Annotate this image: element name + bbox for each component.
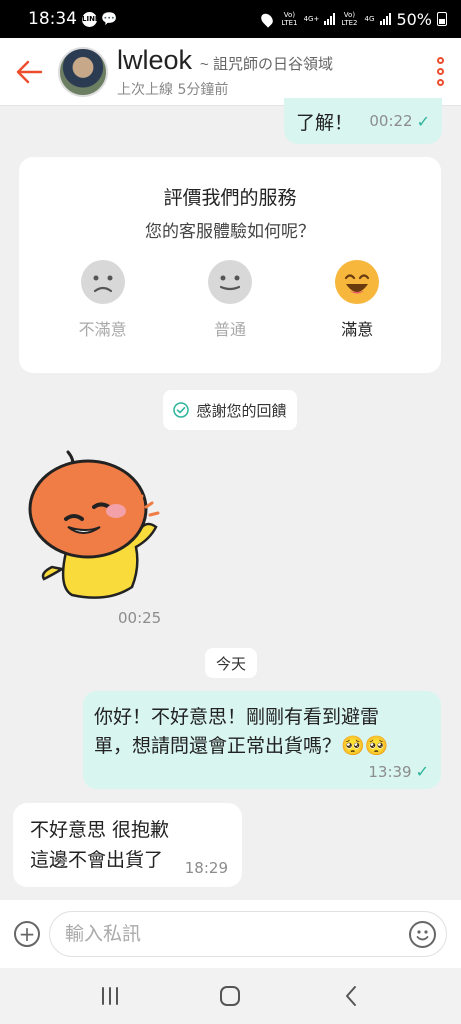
rating-label-selected: 滿意: [341, 320, 374, 339]
rating-subtitle: 您的客服體驗如何呢？: [145, 222, 315, 242]
battery-level: 50%: [396, 9, 432, 29]
signal-icon: [324, 13, 336, 25]
plus-icon: +: [18, 922, 36, 946]
feedback-text: 感謝您的回饋: [196, 401, 287, 420]
home-button[interactable]: [200, 968, 260, 1024]
recents-icon: [102, 987, 119, 1005]
sad-face-icon: [80, 260, 125, 304]
outgoing-message[interactable]: 你好！不好意思！剛剛有看到避雷 單，想請問還會正常出貨嗎？🥺🥺 13:39 ✓: [83, 691, 441, 789]
dot-icon: [436, 57, 444, 64]
avatar[interactable]: [58, 46, 108, 97]
sim1-network: 4G+: [303, 15, 320, 23]
back-nav-button[interactable]: [321, 968, 381, 1024]
dot-icon: [436, 79, 444, 86]
rating-label: 普通: [213, 320, 246, 339]
recent-apps-button[interactable]: [80, 968, 140, 1024]
shop-name[interactable]: ~ 詛咒師の日谷領域: [200, 53, 333, 74]
message-line: 不好意思 很抱歉: [30, 819, 170, 841]
chat-notification-icon: 💬: [101, 11, 118, 27]
location-icon: [259, 10, 276, 28]
message-line: 單，想請問還會正常出貨嗎？🥺🥺: [94, 735, 389, 757]
check-circle-icon: [173, 402, 190, 418]
rating-option-satisfied[interactable]: 滿意: [302, 260, 412, 340]
sim1-label: Vo) LTE1: [281, 11, 298, 27]
signal-icon: [380, 13, 392, 25]
message-time: 18:29: [184, 859, 228, 877]
rating-card: 評價我們的服務 您的客服體驗如何呢？ 不滿意 普通 滿意: [19, 157, 441, 373]
check-icon: ✓: [416, 111, 430, 131]
status-bar: 18:34 LINE 💬 Vo) LTE1 4G+ Vo) LTE2 4G 50…: [0, 0, 461, 38]
more-options-button[interactable]: [419, 38, 461, 106]
home-icon: [220, 986, 241, 1006]
orange-character-sticker: [28, 450, 160, 599]
add-attachment-button[interactable]: +: [14, 921, 40, 947]
message-time: 00:22: [369, 112, 413, 130]
message-input-wrapper: [49, 911, 447, 957]
message-text: 了解！: [296, 111, 354, 134]
sim2-label: Vo) LTE2: [341, 11, 358, 27]
contact-name[interactable]: lwleok: [117, 45, 192, 76]
message-time: 13:39: [368, 762, 412, 781]
check-icon: ✓: [415, 762, 429, 781]
message-line: 你好！不好意思！剛剛有看到避雷: [94, 706, 380, 728]
feedback-thanks-pill: 感謝您的回饋: [163, 390, 297, 430]
outgoing-message[interactable]: 了解！ 00:22 ✓: [284, 98, 442, 144]
arrow-left-icon: [16, 60, 43, 83]
back-button[interactable]: [0, 38, 58, 106]
dot-icon: [436, 68, 444, 75]
message-input[interactable]: [65, 923, 385, 945]
composer-bar: +: [0, 900, 461, 968]
rating-option-neutral[interactable]: 普通: [175, 260, 285, 340]
sim2-network: 4G: [364, 15, 375, 23]
smiley-icon: [416, 930, 429, 941]
incoming-message[interactable]: 不好意思 很抱歉 這邊不會出貨了 18:29: [13, 803, 242, 887]
neutral-face-icon: [207, 260, 252, 304]
happy-face-icon: [335, 260, 380, 304]
rating-option-unsatisfied[interactable]: 不滿意: [48, 260, 158, 340]
line-app-icon: LINE: [82, 11, 100, 27]
chat-header: lwleok ~ 詛咒師の日谷領域 上次上線 5分鐘前: [0, 38, 461, 106]
system-nav-bar: [0, 968, 461, 1024]
sticker-message[interactable]: [28, 447, 168, 602]
sticker-time: 00:25: [118, 609, 162, 627]
chevron-left-icon: [345, 986, 356, 1006]
rating-label: 不滿意: [78, 320, 127, 339]
emoji-button[interactable]: [409, 921, 436, 948]
last-seen: 上次上線 5分鐘前: [117, 81, 229, 98]
date-divider: 今天: [205, 648, 257, 678]
status-time: 18:34: [28, 9, 77, 29]
rating-title: 評價我們的服務: [163, 187, 297, 209]
battery-icon: [437, 12, 447, 26]
